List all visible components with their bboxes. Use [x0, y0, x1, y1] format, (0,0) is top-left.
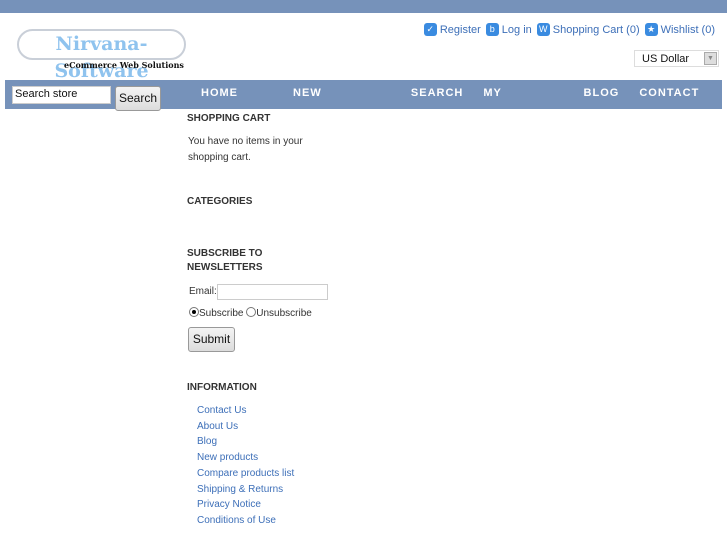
info-link-contact-us[interactable]: Contact Us — [197, 403, 294, 419]
info-link-privacy[interactable]: Privacy Notice — [197, 497, 294, 513]
wishlist-label: Wishlist (0) — [660, 23, 715, 36]
logo-tagline: eCommerce Web Solutions — [64, 60, 184, 70]
currency-value: US Dollar — [642, 53, 690, 65]
newsletter-title-line1: SUBSCRIBE TO — [187, 248, 263, 259]
login-label: Log in — [501, 23, 532, 36]
cart-empty-line1: You have no items in your — [188, 136, 303, 147]
email-label: Email: — [189, 286, 217, 297]
wishlist-link[interactable]: ★ Wishlist (0) — [644, 23, 715, 36]
info-link-about-us[interactable]: About Us — [197, 419, 294, 435]
chevron-down-icon: ▼ — [704, 52, 717, 65]
register-link[interactable]: ✓ Register — [423, 23, 481, 36]
header-links: ✓ Register b Log in W Shopping Cart (0) ★ Wi… — [423, 23, 715, 36]
info-link-conditions[interactable]: Conditions of Use — [197, 513, 294, 529]
menu-contact-us[interactable]: CONTACT US — [629, 80, 727, 126]
search-button[interactable]: Search — [115, 86, 161, 111]
top-bar — [0, 0, 727, 13]
menu-my-account[interactable]: MY ACCOUNT — [473, 80, 573, 126]
info-link-shipping[interactable]: Shipping & Returns — [197, 482, 294, 498]
menu-new-products[interactable]: NEW PRODUCTS — [283, 80, 401, 126]
menu-blog[interactable]: BLOG — [574, 80, 630, 109]
shopping-cart-link[interactable]: W Shopping Cart (0) — [536, 23, 640, 36]
logo[interactable]: Nirvana-Software — [17, 29, 186, 82]
register-label: Register — [439, 23, 481, 36]
email-field[interactable] — [217, 284, 328, 300]
main-menu: HOME PAGE NEW PRODUCTS SEARCH MY ACCOUNT… — [191, 80, 727, 126]
info-link-blog[interactable]: Blog — [197, 434, 294, 450]
subscribe-label: Subscribe — [199, 308, 244, 319]
login-link[interactable]: b Log in — [485, 23, 532, 36]
newsletter-title-line2: NEWSLETTERS — [187, 262, 263, 273]
currency-select[interactable]: US Dollar ▼ — [634, 50, 719, 67]
check-icon: ✓ — [423, 23, 437, 36]
cart-empty-line2: shopping cart. — [188, 152, 251, 163]
search-input[interactable]: Search store — [12, 86, 111, 104]
lock-icon: b — [485, 23, 499, 36]
information-title: INFORMATION — [187, 382, 257, 393]
cart-label: Shopping Cart (0) — [552, 23, 640, 36]
unsubscribe-label: Unsubscribe — [256, 308, 312, 319]
info-link-new-products[interactable]: New products — [197, 450, 294, 466]
info-link-compare[interactable]: Compare products list — [197, 466, 294, 482]
information-links: Contact Us About Us Blog New products Co… — [197, 403, 294, 529]
star-icon: ★ — [644, 23, 658, 36]
unsubscribe-radio[interactable] — [246, 307, 257, 317]
menu-search[interactable]: SEARCH — [401, 80, 473, 109]
submit-button[interactable]: Submit — [188, 327, 235, 352]
cart-icon: W — [536, 23, 550, 36]
cart-title: SHOPPING CART — [187, 113, 271, 124]
categories-title: CATEGORIES — [187, 196, 253, 207]
menu-home-page[interactable]: HOME PAGE — [191, 80, 283, 126]
subscribe-radio[interactable] — [189, 307, 199, 317]
